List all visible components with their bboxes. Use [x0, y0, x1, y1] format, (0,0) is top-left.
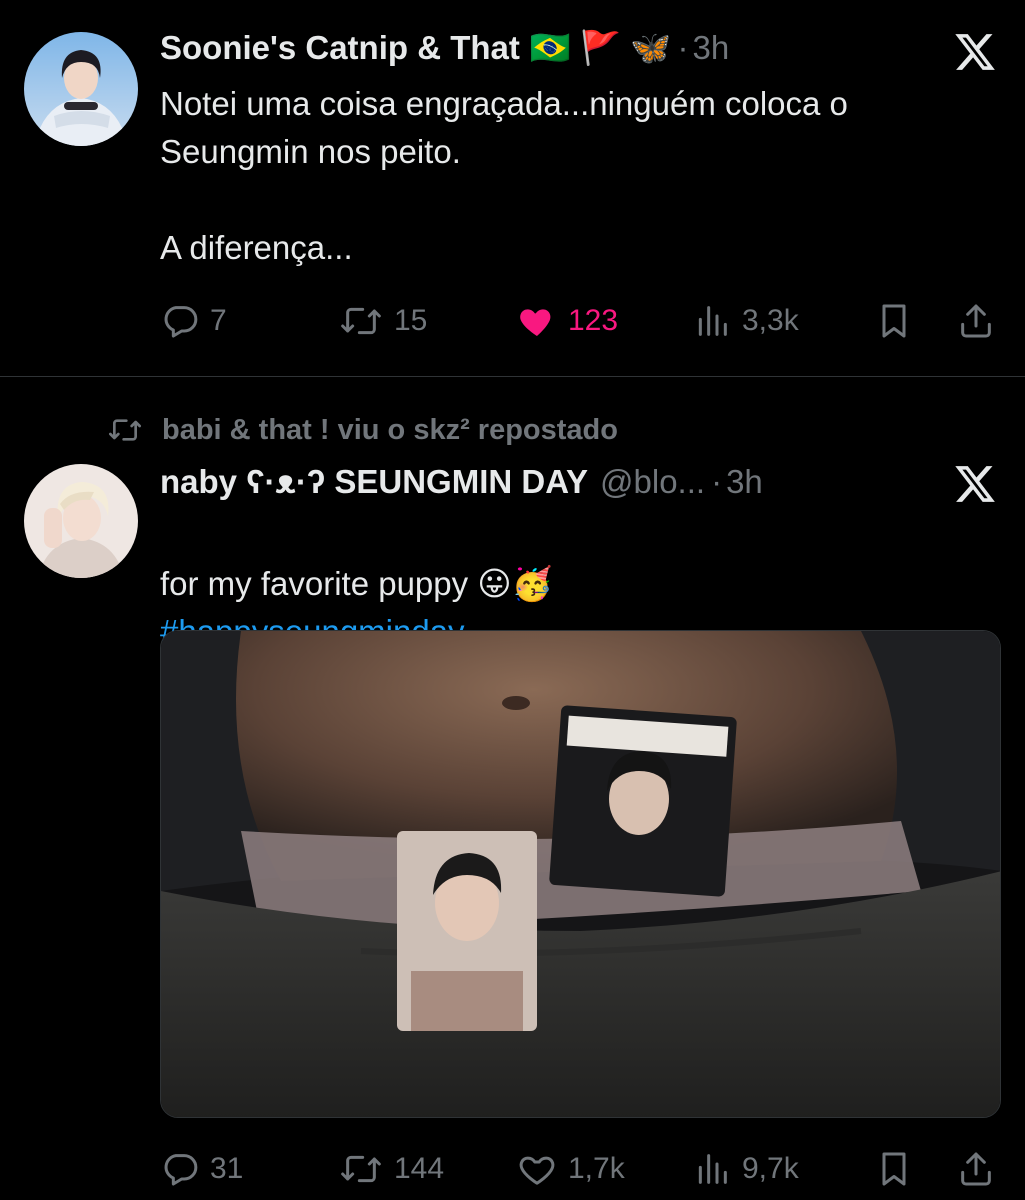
tweet-header: Soonie's Catnip & That 🇧🇷 🚩 🦋 · 3h	[160, 26, 915, 70]
repost-count: 144	[394, 1152, 445, 1185]
repost-context[interactable]: babi & that ! viu o skz² repostado	[106, 410, 618, 450]
action-bar: 31 144 1,7k 9,7k	[160, 1144, 1000, 1194]
heart-filled-icon	[520, 309, 551, 336]
view-count: 9,7k	[742, 1152, 799, 1185]
bookmark-button[interactable]	[874, 296, 924, 346]
reply-count: 31	[210, 1152, 244, 1185]
display-name[interactable]: naby ʕ·ᴥ·ʔ SEUNGMIN DAY	[160, 463, 588, 501]
action-bar: 7 15 123 3,3k	[160, 296, 1000, 346]
avatar[interactable]	[24, 464, 138, 578]
tweet-divider	[0, 376, 1025, 377]
separator-dot: ·	[711, 463, 723, 500]
reply-icon	[164, 306, 198, 338]
repost-count: 15	[394, 304, 428, 337]
flag-emojis: 🇧🇷 🚩 🦋	[529, 28, 672, 66]
display-name[interactable]: Soonie's Catnip & That	[160, 29, 520, 67]
tweet-header: naby ʕ·ᴥ·ʔ SEUNGMIN DAY @blo... · 3h	[160, 460, 915, 504]
view-count: 3,3k	[742, 304, 799, 337]
tweet-body: for my favorite puppy 😛🥳	[160, 565, 553, 602]
repost-icon	[109, 419, 142, 441]
repost-label: babi & that ! viu o skz² repostado	[162, 413, 618, 446]
tweet-2[interactable]: babi & that ! viu o skz² repostado naby …	[0, 378, 1025, 1200]
bookmark-button[interactable]	[874, 1144, 924, 1194]
views-button[interactable]: 3,3k	[692, 296, 799, 346]
tweet-1[interactable]: Soonie's Catnip & That 🇧🇷 🚩 🦋 · 3h Notei…	[0, 0, 1025, 376]
bookmark-icon	[882, 1152, 906, 1186]
reply-count: 7	[210, 304, 227, 337]
avatar[interactable]	[24, 32, 138, 146]
tweet-media-image[interactable]	[160, 630, 1001, 1118]
x-logo-icon	[955, 34, 995, 70]
tweet-text: Notei uma coisa engraçada...ninguém colo…	[160, 85, 848, 266]
timestamp[interactable]: 3h	[726, 463, 763, 501]
reply-button[interactable]: 31	[160, 1144, 243, 1194]
share-icon	[961, 304, 991, 338]
timestamp[interactable]: 3h	[692, 29, 729, 67]
repost-button[interactable]: 15	[338, 296, 427, 346]
bookmark-icon	[882, 304, 906, 338]
like-button[interactable]: 123	[516, 296, 618, 346]
repost-icon	[341, 307, 381, 335]
share-icon	[961, 1152, 991, 1186]
views-chart-icon	[698, 306, 727, 336]
views-chart-icon	[698, 1154, 727, 1184]
like-count: 1,7k	[568, 1152, 625, 1185]
separator-dot: ·	[677, 29, 689, 66]
share-button[interactable]	[956, 1144, 1006, 1194]
views-button[interactable]: 9,7k	[692, 1144, 799, 1194]
share-button[interactable]	[956, 296, 1006, 346]
reply-icon	[164, 1154, 198, 1186]
repost-button[interactable]: 144	[338, 1144, 444, 1194]
like-button[interactable]: 1,7k	[516, 1144, 625, 1194]
user-handle[interactable]: @blo...	[600, 463, 705, 501]
heart-outline-icon	[519, 1156, 555, 1185]
like-count: 123	[568, 304, 619, 337]
repost-icon	[341, 1155, 381, 1183]
reply-button[interactable]: 7	[160, 296, 227, 346]
x-logo-icon	[955, 466, 995, 502]
